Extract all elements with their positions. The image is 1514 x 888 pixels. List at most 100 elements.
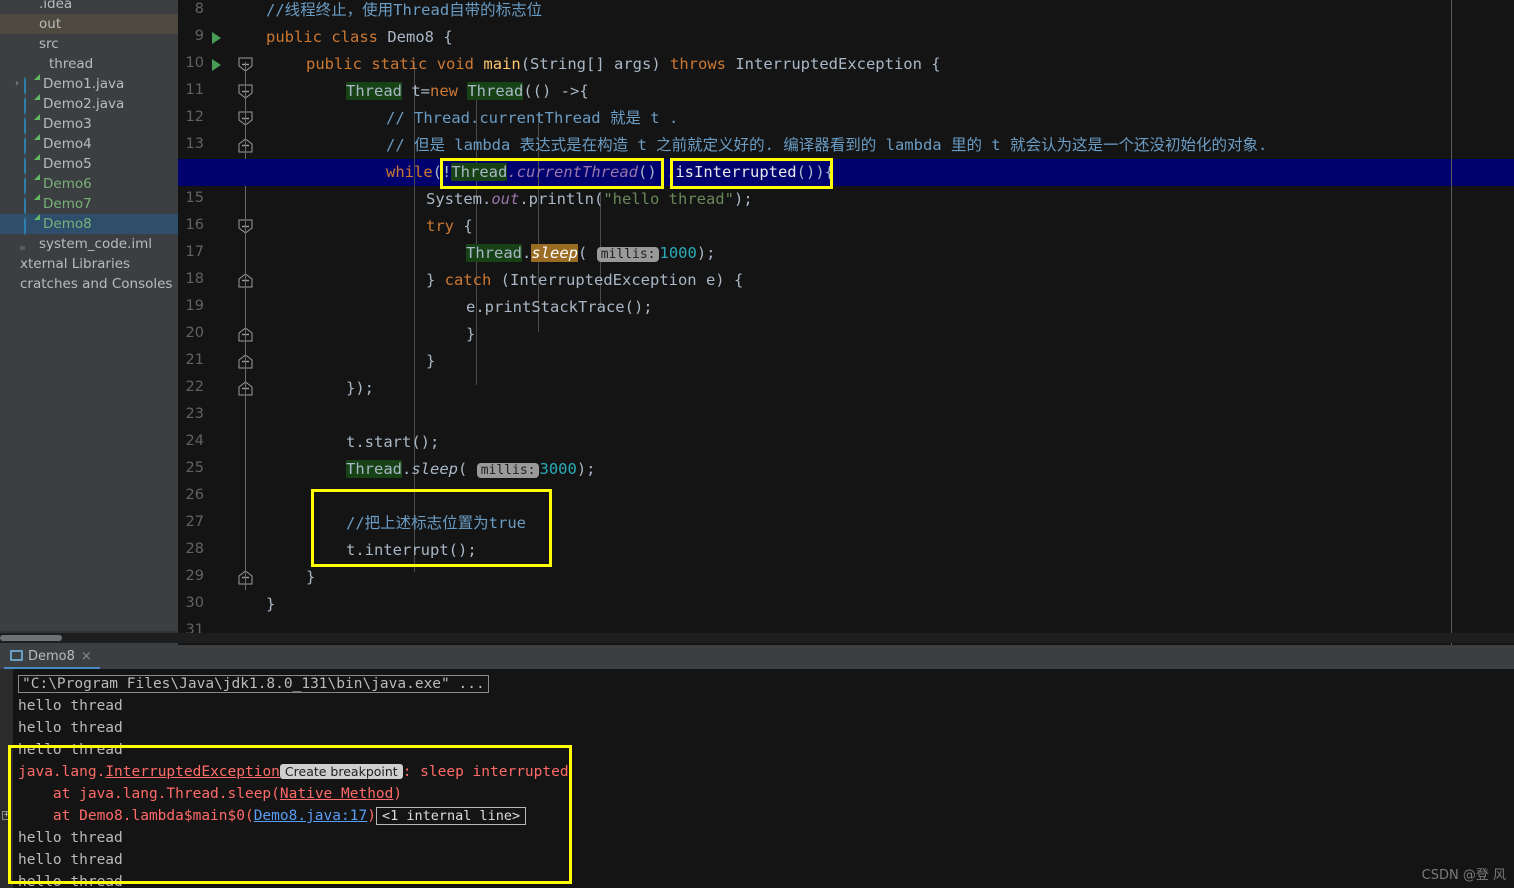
code-text-area[interactable]: //线程终止，使用Thread自带的标志位 public class Demo8 … [178, 0, 1514, 645]
code-line-29[interactable]: } [266, 564, 315, 591]
tree-item-demo5[interactable]: Demo5 [0, 154, 178, 175]
source-link[interactable]: Demo8.java:17 [254, 808, 368, 824]
tree-item-label: src [39, 36, 59, 52]
tree-item-demo7[interactable]: Demo7 [0, 194, 178, 215]
code-line-17[interactable]: Thread.sleep( millis: 1000); [266, 240, 715, 267]
run-gutter-icon-line-10[interactable] [212, 59, 221, 71]
line-number-30: 30 [185, 595, 204, 611]
command-line-text: "C:\Program Files\Java\jdk1.8.0_131\bin\… [18, 675, 489, 693]
internal-line-toggle[interactable]: <1 internal line> [375, 807, 527, 825]
tree-item-label: Demo8 [43, 216, 92, 232]
code-line-24[interactable]: t.start(); [266, 429, 439, 456]
exception-message: : sleep interrupted [402, 764, 569, 780]
java-class-icon [24, 196, 39, 215]
code-line-20[interactable]: } [266, 321, 475, 348]
code-line-19[interactable]: e.printStackTrace(); [266, 294, 653, 321]
tree-item-demo3[interactable]: Demo3 [0, 114, 178, 135]
code-line-28[interactable]: t.interrupt(); [266, 537, 477, 564]
create-breakpoint-button[interactable]: Create breakpoint [279, 764, 403, 779]
close-icon[interactable]: × [81, 649, 92, 664]
tree-item-label: Demo3 [43, 116, 92, 132]
tree-item-demo1java[interactable]: › Demo1.java [0, 74, 178, 95]
line-number-13: 13 [185, 136, 204, 152]
code-line-10[interactable]: public static void main(String[] args) t… [266, 51, 941, 78]
editor-hscrollbar-thumb[interactable] [0, 635, 62, 641]
line-number-23: 23 [185, 406, 204, 422]
argument-value: 1000 [659, 244, 697, 262]
line-number-8: 8 [194, 1, 204, 17]
project-tree-sidebar[interactable]: .idea out src thread › Demo1.java Demo2.java De… [0, 0, 178, 645]
code-line-27[interactable]: //把上述标志位置为true [266, 510, 526, 537]
line-number-29: 29 [185, 568, 204, 584]
iml-file-icon [20, 237, 35, 250]
editor-gutter[interactable]: 8910111213141516171819202122232425262728… [178, 0, 266, 645]
right-margin-guide [1451, 0, 1452, 645]
tree-item-demo8[interactable]: Demo8 [0, 214, 178, 235]
tree-item-systemcodeiml[interactable]: system_code.iml [0, 234, 178, 254]
console-line-0: "C:\Program Files\Java\jdk1.8.0_131\bin\… [18, 673, 489, 695]
tree-item-idea[interactable]: .idea [0, 0, 178, 14]
code-line-14[interactable]: while(!Thread.currentThread() .isInterru… [266, 159, 834, 186]
code-line-18[interactable]: } catch (InterruptedException e) { [266, 267, 743, 294]
code-line-21[interactable]: } [266, 348, 435, 375]
run-console-panel: Demo8 × "C:\Program Files\Java\jdk1.8.0_1… [0, 645, 1514, 888]
code-line-15[interactable]: System.out.println("hello thread"); [266, 186, 753, 213]
tree-item-label: thread [49, 56, 94, 72]
stacktrace-expander-icon[interactable]: + [2, 811, 11, 820]
argument-value: 3000 [539, 460, 577, 478]
tree-item-demo4[interactable]: Demo4 [0, 134, 178, 155]
tree-item-src[interactable]: src [0, 34, 178, 54]
console-line-3: hello thread [18, 742, 123, 758]
java-class-icon [24, 136, 39, 155]
folder-orange-icon [20, 17, 35, 30]
run-gutter-icon-line-9[interactable] [212, 32, 221, 44]
line-number-17: 17 [185, 244, 204, 260]
tree-item-out[interactable]: out [0, 14, 178, 34]
tree-item-label: Demo4 [43, 136, 92, 152]
line-number-28: 28 [185, 541, 204, 557]
tree-item-label: Demo2.java [43, 96, 125, 112]
line-number-22: 22 [185, 379, 204, 395]
console-line-9: hello thread [18, 874, 123, 888]
code-line-22[interactable]: }); [266, 375, 374, 402]
tree-item-label: system_code.iml [39, 236, 153, 252]
console-left-gutter [0, 669, 13, 888]
console-window-icon [10, 650, 23, 661]
code-line-12[interactable]: // Thread.currentThread 就是 t . [266, 105, 678, 132]
native-method-link[interactable]: Native Method [280, 786, 394, 802]
tree-item-label: out [39, 16, 62, 32]
console-tab-demo8[interactable]: Demo8 × [4, 645, 100, 669]
tree-item-cratchesandconsoles[interactable]: cratches and Consoles [0, 274, 178, 294]
code-fold-ribbon [245, 62, 246, 590]
code-line-11[interactable]: Thread t=new Thread(() ->{ [266, 78, 589, 105]
console-line-4: java.lang.InterruptedException Create bre… [18, 761, 569, 783]
tree-item-demo2java[interactable]: Demo2.java [0, 94, 178, 115]
console-line-8: hello thread [18, 852, 123, 868]
console-line-5: at java.lang.Thread.sleep(Native Method) [18, 786, 403, 802]
code-line-30[interactable]: } [266, 591, 275, 618]
code-line-9[interactable]: public class Demo8 { [266, 24, 453, 51]
tree-item-thread[interactable]: thread [0, 54, 178, 74]
editor-hscrollbar-track[interactable] [0, 633, 1514, 643]
console-tab-bar: Demo8 × [0, 645, 1514, 669]
tree-item-xternallibraries[interactable]: xternal Libraries [0, 254, 178, 274]
console-output[interactable]: "C:\Program Files\Java\jdk1.8.0_131\bin\… [0, 669, 1514, 888]
java-class-icon [24, 216, 39, 235]
code-line-25[interactable]: Thread.sleep( millis: 3000); [266, 456, 595, 483]
code-line-16[interactable]: try { [266, 213, 473, 240]
tree-twisty[interactable]: › [10, 74, 24, 94]
java-class-icon [24, 176, 39, 195]
line-number-27: 27 [185, 514, 204, 530]
tree-item-demo6[interactable]: Demo6 [0, 174, 178, 195]
console-line-2: hello thread [18, 720, 123, 736]
line-number-9: 9 [194, 28, 204, 44]
java-class-icon [24, 156, 39, 175]
code-line-13[interactable]: // 但是 lambda 表达式是在构造 t 之前就定义好的. 编译器看到的 l… [266, 132, 1267, 159]
line-number-24: 24 [185, 433, 204, 449]
code-line-8[interactable]: //线程终止，使用Thread自带的标志位 [266, 0, 542, 24]
console-line-1: hello thread [18, 698, 123, 714]
line-number-25: 25 [185, 460, 204, 476]
console-tab-label: Demo8 [28, 649, 75, 664]
java-class-icon [24, 76, 39, 95]
code-editor[interactable]: 8910111213141516171819202122232425262728… [178, 0, 1514, 645]
